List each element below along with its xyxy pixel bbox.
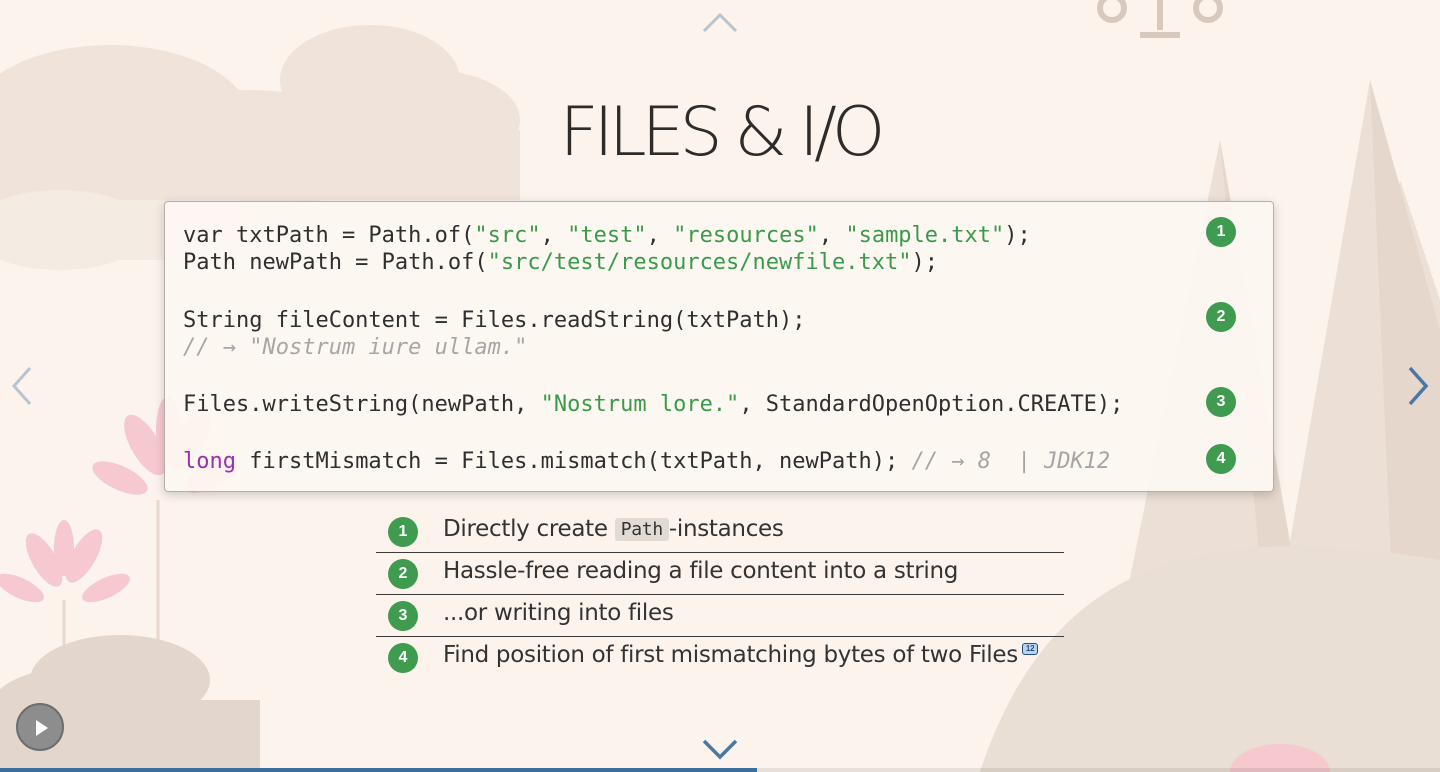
callout-badge-4: 4 [1206, 444, 1236, 474]
code-text: Path newPath = Path.of( [183, 250, 488, 275]
code-text: firstMismatch = Files.mismatch(txtPath, … [235, 449, 912, 474]
code-text: , StandardOpenOption.CREATE); [739, 392, 1124, 417]
legend-text-part: Directly create [443, 516, 615, 542]
callout-legend: 1 Directly create Path -instances 2 Hassl… [376, 511, 1064, 678]
chevron-left-icon [11, 367, 32, 405]
nav-left-button[interactable] [10, 366, 34, 406]
chevron-right-icon [1408, 366, 1429, 406]
play-icon [36, 720, 48, 736]
legend-text-part: -instances [668, 516, 784, 542]
progress-bar [0, 768, 1440, 772]
code-line-2: Path newPath = Path.of("src/test/resourc… [183, 249, 938, 276]
slide-title: FILES & I/O [559, 93, 886, 172]
code-text: Files.writeString(newPath, [183, 392, 541, 417]
autoplay-button[interactable] [16, 703, 64, 751]
code-line-4: // → "Nostrum iure ullam." [183, 334, 527, 361]
nav-right-button[interactable] [1406, 366, 1430, 406]
code-text: , [540, 223, 568, 248]
code-text: ); [911, 250, 938, 275]
code-line-3: String fileContent = Files.readString(tx… [183, 307, 806, 334]
code-text: , [646, 223, 674, 248]
list-item: 4 Find position of first mismatching byt… [376, 637, 1064, 678]
code-text: var txtPath = Path.of( [183, 223, 475, 248]
chevron-up-icon [702, 12, 738, 33]
nav-down-button[interactable] [702, 738, 738, 760]
jdk-version-badge: 12 [1021, 643, 1039, 655]
legend-text-4: Find position of first mismatching bytes… [443, 642, 1039, 668]
code-comment: // → 8 | JDK12 [911, 449, 1111, 474]
code-string: "sample.txt" [845, 223, 1005, 248]
legend-badge-1: 1 [388, 517, 418, 547]
code-text: , [818, 223, 846, 248]
code-string: "Nostrum lore." [540, 392, 740, 417]
code-string: "src" [474, 223, 541, 248]
code-comment: // → "Nostrum iure ullam." [183, 335, 528, 360]
legend-text-2: Hassle-free reading a file content into … [443, 558, 959, 584]
code-text: ); [1004, 223, 1031, 248]
code-line-5: Files.writeString(newPath, "Nostrum lore… [183, 391, 1123, 418]
inline-code: Path [614, 518, 669, 541]
code-string: "resources" [673, 223, 819, 248]
code-block: var txtPath = Path.of("src", "test", "re… [164, 201, 1274, 492]
progress-bar-fill [0, 768, 758, 772]
callout-badge-2: 2 [1206, 302, 1236, 332]
list-item: 3 ...or writing into files [376, 595, 1064, 637]
code-string: "src/test/resources/newfile.txt" [487, 250, 912, 275]
legend-text-part: Find position of first mismatching bytes… [443, 642, 1018, 668]
code-keyword: long [183, 449, 236, 474]
legend-badge-3: 3 [388, 601, 418, 631]
code-string: "test" [567, 223, 647, 248]
code-text: String fileContent = Files.readString(tx… [183, 308, 806, 333]
list-item: 2 Hassle-free reading a file content int… [376, 553, 1064, 595]
legend-text-3: ...or writing into files [443, 600, 674, 626]
nav-up-button[interactable] [702, 12, 738, 34]
callout-badge-1: 1 [1206, 217, 1236, 247]
legend-badge-4: 4 [388, 643, 418, 673]
list-item: 1 Directly create Path -instances [376, 511, 1064, 553]
legend-badge-2: 2 [388, 559, 418, 589]
code-line-6: long firstMismatch = Files.mismatch(txtP… [183, 448, 1110, 475]
chevron-down-icon [702, 739, 738, 760]
code-line-1: var txtPath = Path.of("src", "test", "re… [183, 222, 1031, 249]
legend-text-1: Directly create Path -instances [443, 516, 784, 542]
callout-badge-3: 3 [1206, 387, 1236, 417]
